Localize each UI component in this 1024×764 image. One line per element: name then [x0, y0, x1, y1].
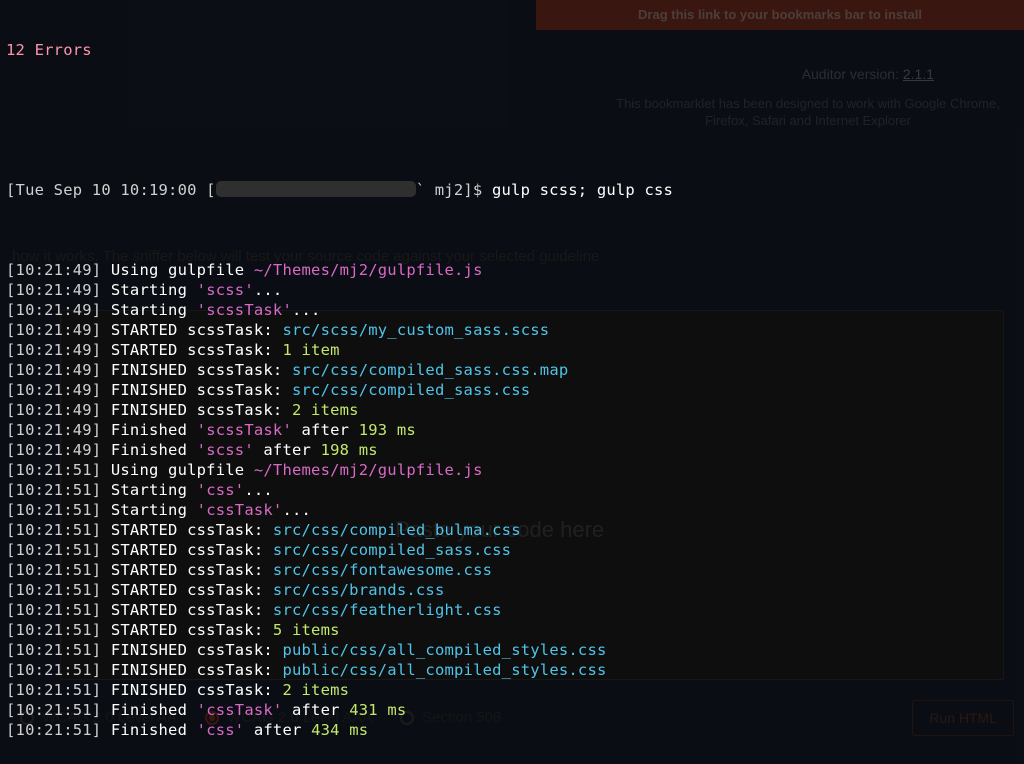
log-line: [10:21:51] STARTED cssTask: src/css/comp…: [6, 540, 1018, 560]
log-line: [10:21:51] Using gulpfile ~/Themes/mj2/g…: [6, 460, 1018, 480]
log-line: [10:21:51] Finished 'css' after 434 ms: [6, 720, 1018, 740]
log-line: [10:21:49] STARTED scssTask: src/scss/my…: [6, 320, 1018, 340]
log-line: [10:21:51] FINISHED cssTask: public/css/…: [6, 660, 1018, 680]
log-line: [10:21:49] FINISHED scssTask: src/css/co…: [6, 360, 1018, 380]
command: gulp scss; gulp css: [492, 181, 673, 199]
log-line: [10:21:49] Finished 'scssTask' after 193…: [6, 420, 1018, 440]
log-line: [10:21:51] STARTED cssTask: src/css/font…: [6, 560, 1018, 580]
log-line: [10:21:51] Finished 'cssTask' after 431 …: [6, 700, 1018, 720]
log-line: [10:21:49] Starting 'scss'...: [6, 280, 1018, 300]
log-line: [10:21:51] STARTED cssTask: src/css/feat…: [6, 600, 1018, 620]
log-line: [10:21:49] FINISHED scssTask: src/css/co…: [6, 380, 1018, 400]
terminal[interactable]: 12 Errors [Tue Sep 10 10:19:00 [` mj2]$ …: [0, 0, 1024, 764]
log-line: [10:21:51] FINISHED cssTask: public/css/…: [6, 640, 1018, 660]
log-line: [10:21:51] STARTED cssTask: src/css/comp…: [6, 520, 1018, 540]
error-count: 12 Errors: [6, 40, 1018, 60]
log-line: [10:21:51] STARTED cssTask: 5 items: [6, 620, 1018, 640]
log-line: [10:21:49] Finished 'scss' after 198 ms: [6, 440, 1018, 460]
log-line: [10:21:51] Starting 'css'...: [6, 480, 1018, 500]
log-line: [10:21:49] FINISHED scssTask: 2 items: [6, 400, 1018, 420]
redacted-host: [216, 181, 416, 197]
log-line: [10:21:49] Using gulpfile ~/Themes/mj2/g…: [6, 260, 1018, 280]
log-output: [10:21:49] Using gulpfile ~/Themes/mj2/g…: [6, 260, 1018, 740]
log-line: [10:21:51] FINISHED cssTask: 2 items: [6, 680, 1018, 700]
log-line: [10:21:49] STARTED scssTask: 1 item: [6, 340, 1018, 360]
log-line: [10:21:49] Starting 'scssTask'...: [6, 300, 1018, 320]
log-line: [10:21:51] Starting 'cssTask'...: [6, 500, 1018, 520]
prompt-line: [Tue Sep 10 10:19:00 [` mj2]$ gulp scss;…: [6, 180, 1018, 200]
log-line: [10:21:51] STARTED cssTask: src/css/bran…: [6, 580, 1018, 600]
